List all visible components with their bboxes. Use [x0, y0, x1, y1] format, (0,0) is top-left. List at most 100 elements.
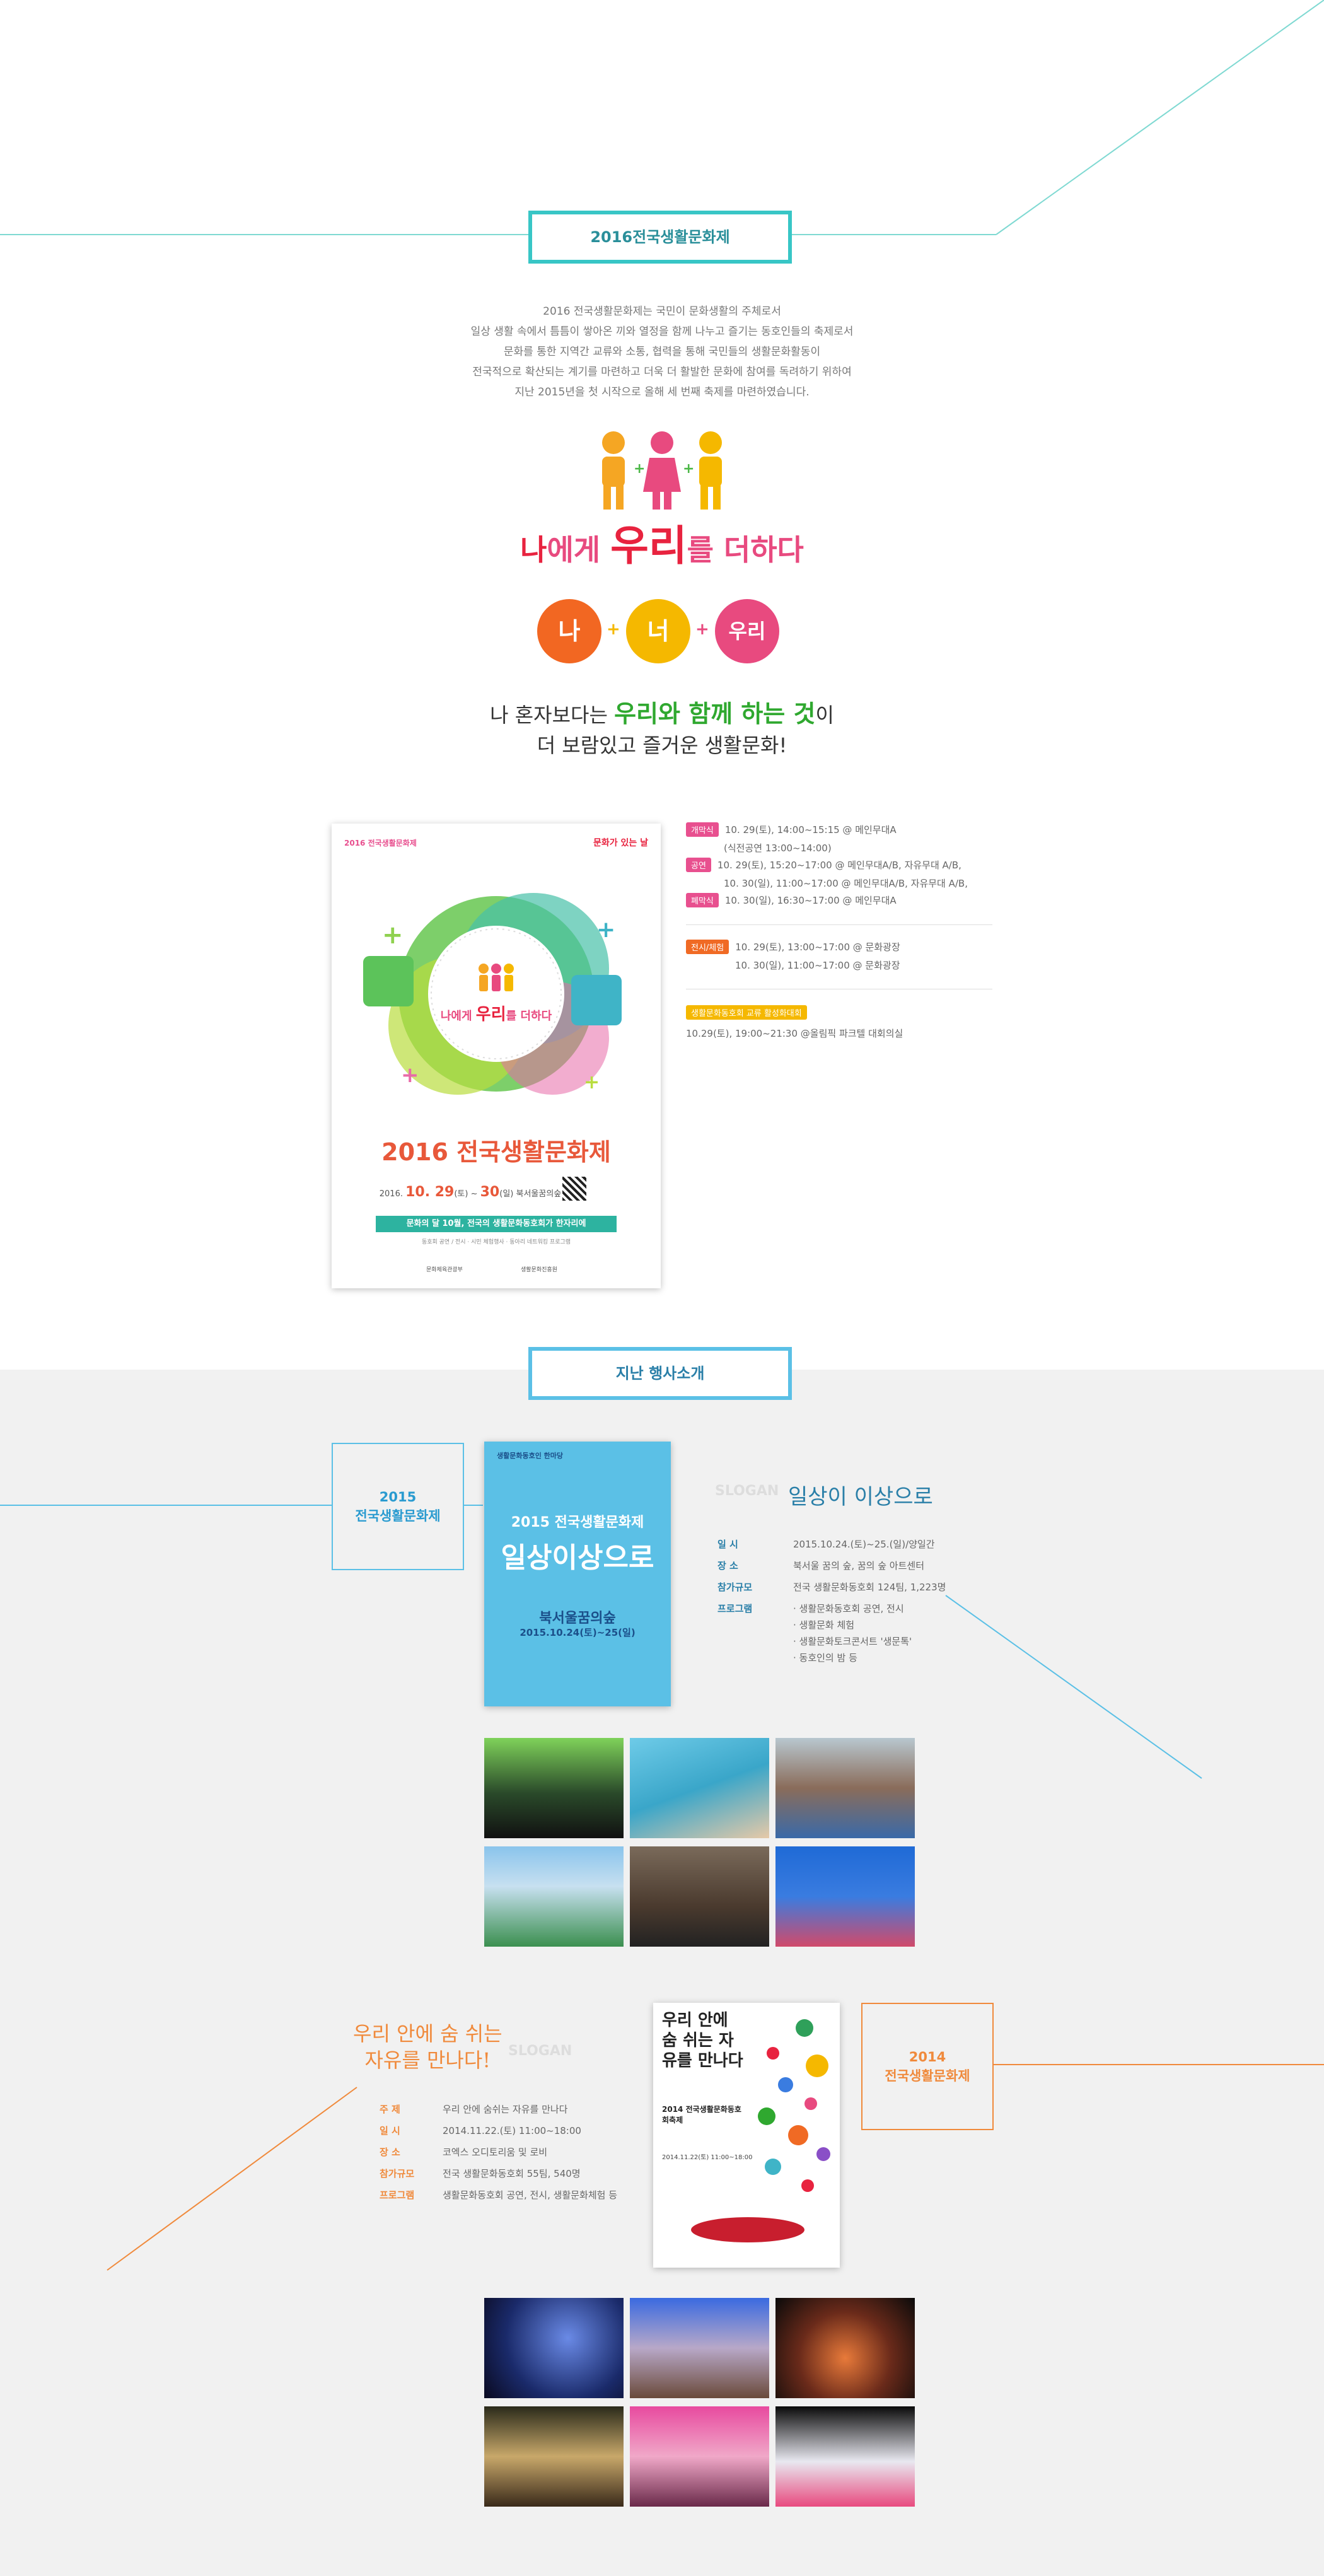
info-row-2014: 프로그램 생활문화동호회 공연, 전시, 생활문화체험 등	[380, 2188, 617, 2201]
photo-2015	[484, 1738, 624, 1838]
schedule-badge: 개막식	[686, 822, 719, 837]
schedule-line: 10. 30(일), 16:30~17:00 @ 메인무대A	[724, 895, 897, 906]
year-box-2015: 2015 전국생활문화제	[332, 1443, 464, 1570]
slogan-mid: 에게	[547, 533, 611, 567]
schedule-badge: 폐막식	[686, 893, 719, 907]
poster-2015-big: 일상이상으로	[501, 1542, 654, 1574]
poster-plus-graphic: + + + +	[363, 893, 622, 1095]
schedule-line-sub: (식전공연 13:00~14:00)	[724, 842, 832, 854]
festival-title: 2016전국생활문화제	[528, 211, 792, 264]
info-value: · 생활문화토크콘서트 '생문톡'	[793, 1636, 912, 1647]
schedule-badge: 전시/체험	[686, 940, 729, 954]
intro-line: 전국적으로 확산되는 계기를 마련하고 더욱 더 활발한 문화에 참여를 독려하…	[472, 366, 852, 378]
poster-dates-mid: (토) ~	[454, 1189, 480, 1199]
people-icon: + +	[602, 431, 722, 510]
circle-label: 우리	[728, 619, 766, 643]
info-label: 장 소	[380, 2147, 400, 2158]
tagline-pre: 나 혼자보다는	[490, 703, 615, 727]
year-box-2014: 2014 전국생활문화제	[861, 2003, 994, 2130]
poster-2015-dates: 2015.10.24(토)~25(일)	[520, 1627, 636, 1638]
poster-2016: 2016 전국생활문화제 문화가 있는 날 + + + + 나에게 우리를 더하…	[332, 824, 661, 1288]
photo-2014	[484, 2298, 624, 2398]
qr-code-icon	[562, 1177, 586, 1201]
svg-text:+: +	[584, 1071, 600, 1093]
schedule-line: 10. 29(토), 13:00~17:00 @ 문화광장	[735, 941, 900, 953]
svg-text:+: +	[634, 461, 645, 477]
circle-neo: 너	[626, 599, 690, 663]
festival-slogan: 나에게 우리를 더하다	[0, 512, 1324, 573]
decor-lines-top	[0, 0, 1324, 235]
slogan-2014-line2: 자유를 만나다!	[364, 2048, 491, 2072]
poster-2014-bubbles	[758, 2019, 830, 2192]
schedule-line: 10. 29(토), 15:20~17:00 @ 메인무대A/B, 자유무대 A…	[717, 860, 961, 871]
poster-2015-top: 생활문화동호인 한마당	[497, 1452, 564, 1460]
poster-top-right: 문화가 있는 날	[593, 838, 648, 848]
svg-text:+: +	[382, 921, 404, 950]
poster-slogan-hl: 우리	[475, 1005, 506, 1024]
info-value: · 동호인의 밤 등	[793, 1652, 857, 1664]
intro-line: 문화를 통한 지역간 교류와 소통, 협력을 통해 국민들의 생활문화활동이	[503, 346, 821, 358]
poster-dates-suffix: (일) 북서울꿈의숲	[499, 1189, 562, 1199]
info-row-2014: 참가규모 전국 생활문화동호회 55팀, 540명	[380, 2167, 581, 2180]
schedule-row: 생활문화동호회 교류 활성화대회	[686, 1005, 813, 1020]
tagline-highlight: 우리와 함께 하는 것	[614, 700, 816, 728]
info-row-2015: · 동호인의 밤 등	[717, 1651, 857, 1664]
schedule-row: 폐막식 10. 30(일), 16:30~17:00 @ 메인무대A	[686, 893, 897, 907]
slogan-2014: 우리 안에 숨 쉬는 자유를 만나다!	[353, 2020, 502, 2073]
slogan-tag-2014: SLOGAN	[508, 2043, 572, 2059]
photo-2015	[484, 1846, 624, 1947]
poster-slogan-pre: 나에게	[440, 1010, 476, 1023]
info-label: 일 시	[717, 1539, 738, 1550]
festival-title-text: 2016전국생활문화제	[590, 228, 730, 246]
info-label: 프로그램	[717, 1603, 753, 1614]
tagline-post: 이	[815, 703, 834, 727]
info-label: 장 소	[717, 1560, 738, 1571]
slogan-2014-line1: 우리 안에 숨 쉬는	[353, 2022, 502, 2046]
circle-label: 너	[647, 617, 670, 645]
schedule-line: 10.29(토), 19:00~21:30 @올림픽 파크텔 대회의실	[686, 1028, 903, 1039]
poster-big-title: 2016 전국생활문화제	[381, 1138, 611, 1166]
poster-2014-date: 2014.11.22(토) 11:00~18:00	[662, 2154, 753, 2161]
plus-icon: +	[607, 620, 620, 639]
svg-text:+: +	[596, 917, 615, 943]
info-value: · 생활문화 체험	[793, 1619, 855, 1631]
photo-2014	[630, 2298, 769, 2398]
info-row-2015: · 생활문화 체험	[717, 1618, 854, 1631]
poster-top-left: 2016 전국생활문화제	[344, 839, 417, 848]
schedule-row: 공연 10. 29(토), 15:20~17:00 @ 메인무대A/B, 자유무대…	[686, 858, 961, 872]
info-label: 일 시	[380, 2125, 400, 2136]
poster-sub: 동호회 공연 / 전시 · 시민 체험행사 · 동아리 네트워킹 프로그램	[421, 1239, 571, 1245]
poster-2015: 생활문화동호인 한마당 2015 전국생활문화제 일상이상으로 북서울꿈의숲 2…	[484, 1442, 671, 1706]
info-label: 참가규모	[380, 2168, 415, 2179]
poster-2014: 우리 안에 숨 쉬는 자유를 만나다 2014 전국생활문화동호회축제 2014…	[653, 2003, 840, 2268]
info-label: 참가규모	[717, 1582, 753, 1593]
info-value: 북서울 꿈의 숲, 꿈의 숲 아트센터	[793, 1560, 925, 1571]
info-row-2015: 참가규모 전국 생활문화동호회 124팀, 1,223명	[717, 1580, 946, 1594]
info-value: 우리 안에 숨쉬는 자유를 만나다	[443, 2104, 568, 2115]
circle-label: 나	[558, 617, 581, 645]
tagline-line2: 더 보람있고 즐거운 생활문화!	[537, 733, 787, 757]
poster-2015-place: 북서울꿈의숲	[539, 1611, 616, 1626]
info-value: 전국 생활문화동호회 124팀, 1,223명	[793, 1582, 946, 1593]
schedule-line: 10. 29(토), 14:00~15:15 @ 메인무대A	[724, 824, 897, 836]
info-value: 전국 생활문화동호회 55팀, 540명	[443, 2168, 581, 2179]
info-row-2015: 일 시 2015.10.24.(토)~25.(일)/양일간	[717, 1537, 935, 1551]
poster-center-slogan: 나에게 우리를 더하다	[332, 1001, 661, 1025]
info-row-2014: 주 제 우리 안에 숨쉬는 자유를 만나다	[380, 2102, 567, 2116]
photo-2014	[630, 2406, 769, 2507]
intro-line: 2016 전국생활문화제는 국민이 문화생활의 주체로서	[543, 305, 781, 318]
info-row-2015: 장 소 북서울 꿈의 숲, 꿈의 숲 아트센터	[717, 1559, 924, 1572]
festival-intro: 2016 전국생활문화제는 국민이 문화생활의 주체로서 일상 생활 속에서 틈…	[0, 301, 1324, 402]
info-label: 주 제	[380, 2104, 400, 2115]
intro-line: 지난 2015년을 첫 시작으로 올해 세 번째 축제를 마련하였습니다.	[514, 386, 810, 399]
poster-footer-right: 생활문화진흥원	[521, 1267, 557, 1273]
info-row-2014: 장 소 코엑스 오디토리움 및 로비	[380, 2145, 547, 2159]
photo-2014	[775, 2406, 915, 2507]
info-row-2015: 프로그램 · 생활문화동호회 공연, 전시	[717, 1602, 904, 1615]
schedule-row: 개막식 10. 29(토), 14:00~15:15 @ 메인무대A	[686, 822, 897, 837]
slogan-tag-2015: SLOGAN	[715, 1483, 779, 1499]
poster-slogan-post: 를 더하다	[506, 1010, 552, 1023]
schedule-divider	[686, 924, 992, 925]
svg-text:+: +	[683, 461, 694, 477]
photo-2015	[630, 1846, 769, 1947]
